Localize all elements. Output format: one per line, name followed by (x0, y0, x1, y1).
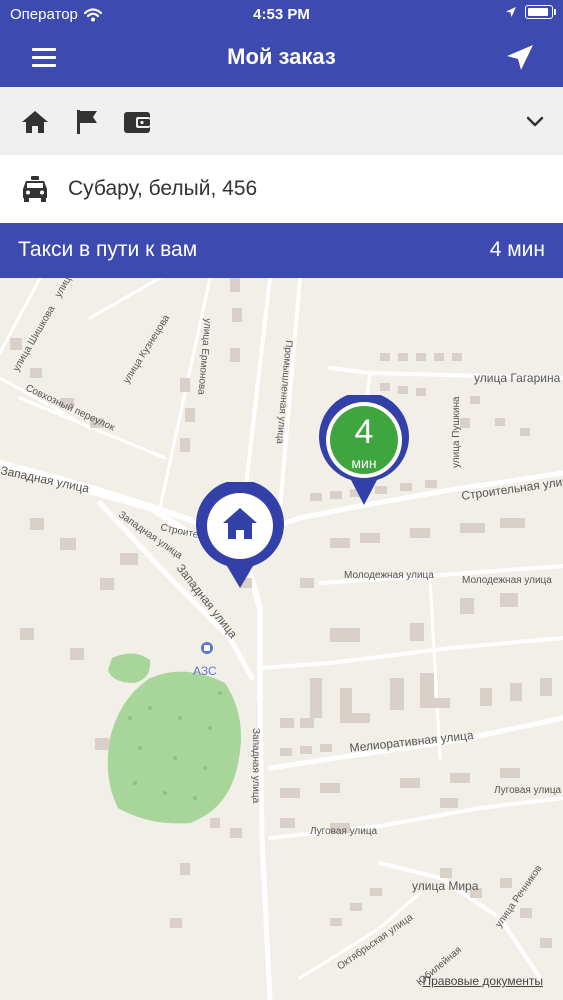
map-canvas[interactable]: улица Шишкова улица Шишкова улица Кузнец… (0, 278, 563, 1000)
street-label: Луговая улица (494, 785, 562, 796)
ride-status-text: Такси в пути к вам (18, 238, 198, 261)
legal-documents-link[interactable]: Правовые документы (423, 974, 544, 988)
street-label: улица Мира (412, 879, 479, 893)
street-label: улица Пушкина (451, 396, 462, 468)
street-label: Молодежная улица (344, 570, 434, 581)
ride-status-banner: Такси в пути к вам 4 мин (0, 223, 563, 278)
chevron-down-icon (526, 116, 544, 127)
status-bar: Оператор 4:53 PM (0, 0, 563, 30)
route-toolbar (0, 87, 563, 155)
payment-button[interactable] (122, 107, 152, 137)
home-location-pin[interactable] (193, 479, 287, 590)
page-title: Мой заказ (227, 44, 336, 69)
my-location-button[interactable] (503, 42, 537, 74)
street-label: Луговая улица (310, 826, 378, 837)
eta-minutes-unit: мин (351, 455, 377, 471)
home-icon (22, 111, 48, 133)
expand-button[interactable] (523, 109, 547, 133)
clock: 4:53 PM (253, 6, 310, 23)
map-view[interactable]: улица Шишкова улица Шишкова улица Кузнец… (0, 278, 563, 1000)
eta-minutes-value: 4 (354, 413, 374, 451)
wallet-icon (124, 112, 150, 133)
fuel-pump-glyph (204, 645, 210, 651)
car-info-row: Субару, белый, 456 (0, 155, 563, 223)
flag-icon (77, 110, 97, 134)
destination-button[interactable] (72, 107, 102, 137)
taxi-car-icon (20, 174, 50, 204)
nav-bar: Мой заказ (0, 36, 563, 80)
battery-icon (525, 5, 556, 19)
home-pin-marker (196, 479, 284, 588)
street-label: Молодежная улица (462, 575, 552, 586)
street-label: Западная улица (250, 728, 261, 804)
app-header: Оператор 4:53 PM Мой заказ (0, 0, 563, 87)
home-button[interactable] (20, 107, 50, 137)
street-label: улица Гагарина (474, 371, 561, 385)
status-icons (505, 5, 556, 19)
taxi-eta-pin[interactable]: 4 мин (316, 395, 412, 507)
car-description: Субару, белый, 456 (68, 177, 258, 200)
navigation-arrow-icon (507, 45, 533, 70)
gas-station-label: АЗС (193, 664, 217, 678)
ride-eta: 4 мин (489, 238, 545, 261)
location-services-icon (506, 7, 516, 17)
